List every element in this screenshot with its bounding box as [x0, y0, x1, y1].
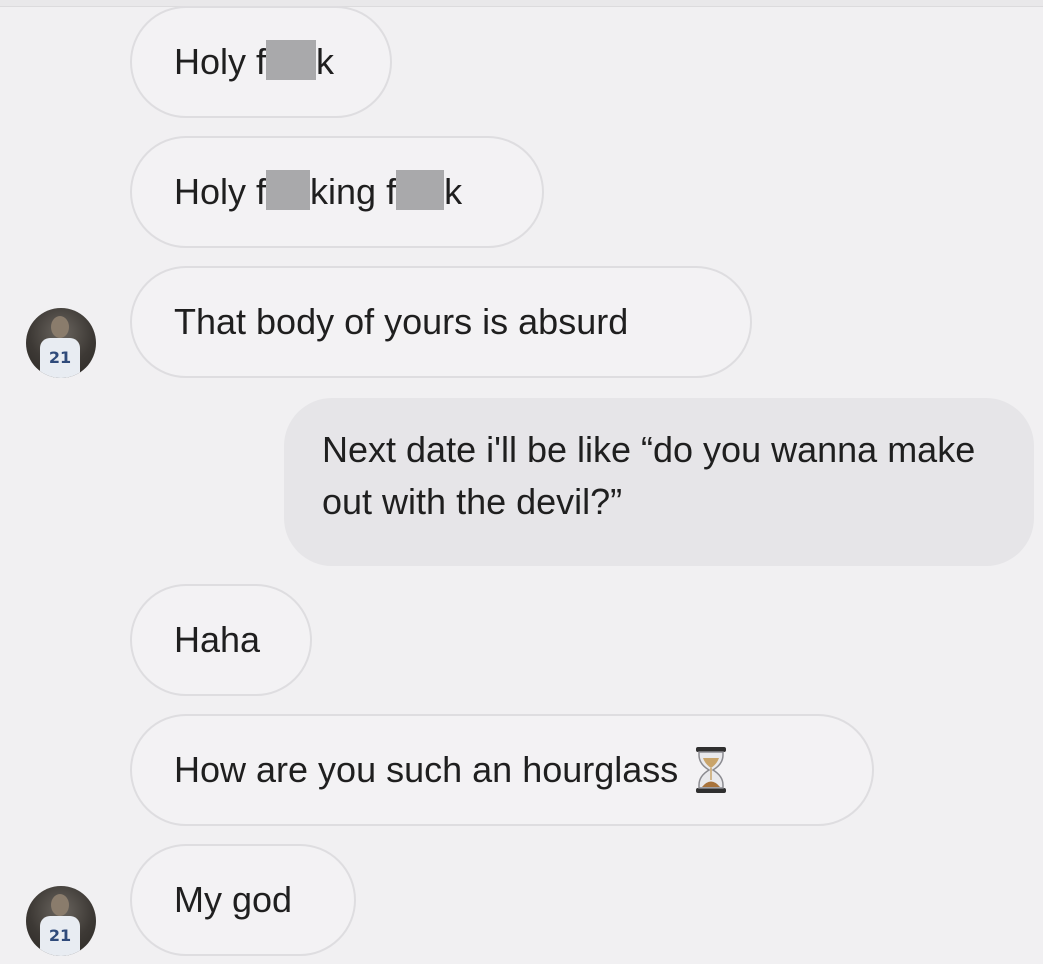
message-bubble-incoming[interactable]: Holy f king fk	[130, 136, 544, 248]
sender-avatar[interactable]: 21	[26, 886, 96, 956]
hourglass-icon	[694, 746, 728, 794]
message-bubble-outgoing[interactable]: Next date i'll be like “do you wanna mak…	[284, 398, 1034, 566]
censor-block	[266, 40, 317, 80]
message-text: My god	[174, 879, 293, 920]
message-bubble-incoming[interactable]: Holy fk	[130, 6, 392, 118]
avatar-head	[51, 894, 69, 916]
avatar-head	[51, 316, 69, 338]
message-text: Haha	[174, 619, 261, 660]
message-text: How are you such an hourglass	[174, 749, 679, 790]
message-bubble-incoming[interactable]: My god	[130, 844, 356, 956]
avatar-jersey-number: 21	[48, 348, 72, 367]
avatar-jersey-number: 21	[48, 926, 72, 945]
censor-block	[266, 170, 311, 210]
message-text: That body of yours is absurd	[174, 301, 629, 342]
message-text: Next date i'll be like “do you wanna mak…	[322, 429, 976, 522]
censor-block	[396, 170, 445, 210]
message-bubble-incoming[interactable]: That body of yours is absurd	[130, 266, 752, 378]
message-text: Holy f king fk	[174, 170, 463, 212]
message-bubble-incoming[interactable]: How are you such an hourglass	[130, 714, 874, 826]
sender-avatar[interactable]: 21	[26, 308, 96, 378]
message-text: Holy fk	[174, 40, 335, 82]
message-bubble-incoming[interactable]: Haha	[130, 584, 312, 696]
top-divider	[0, 0, 1043, 7]
